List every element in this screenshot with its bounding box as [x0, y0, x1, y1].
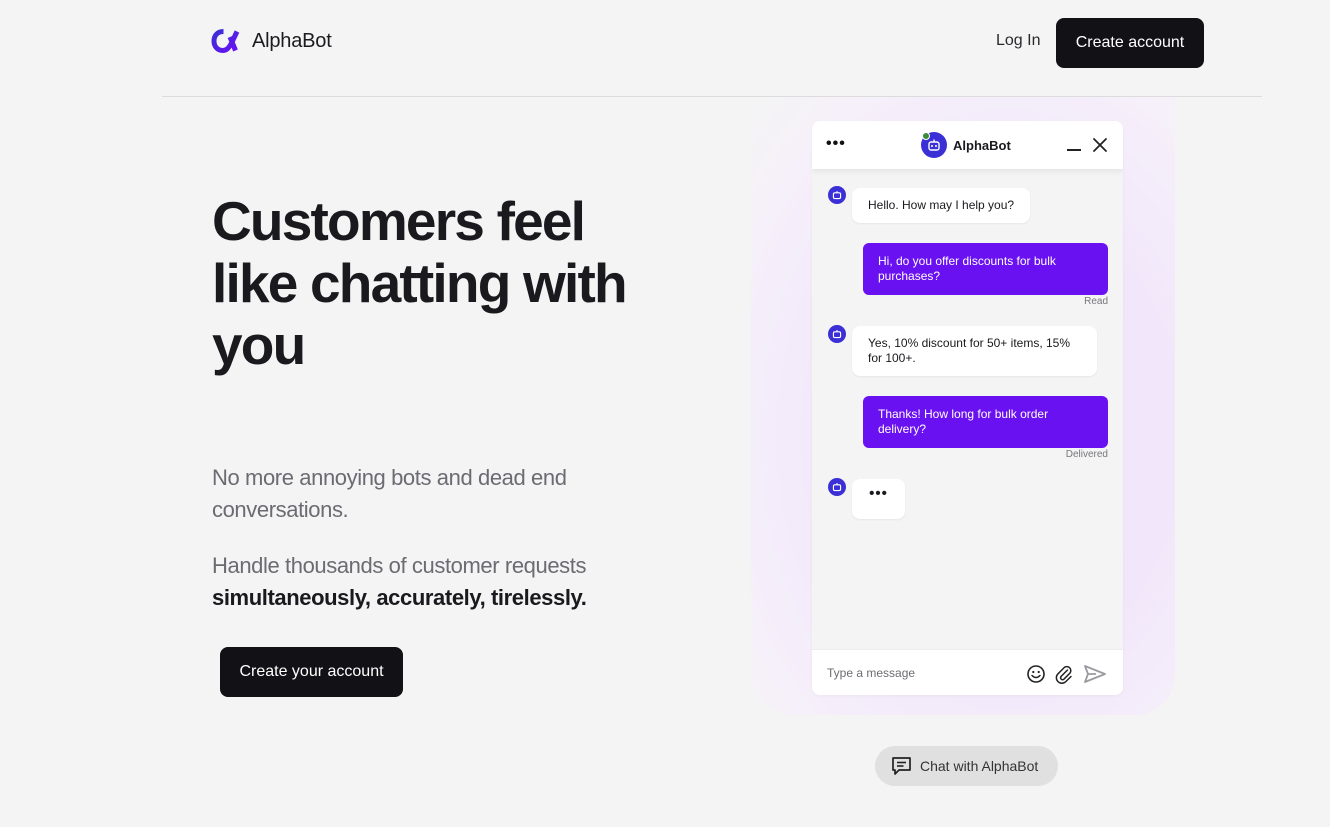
- typing-indicator: •••: [852, 479, 905, 519]
- smiley-icon[interactable]: [1026, 664, 1046, 684]
- brand-name: AlphaBot: [252, 29, 332, 52]
- minimize-icon[interactable]: [1066, 136, 1082, 152]
- online-status-dot: [922, 132, 930, 140]
- bot-message: Hello. How may I help you?: [852, 188, 1031, 223]
- user-message: Thanks! How long for bulk order delivery…: [863, 396, 1108, 448]
- robot-icon: [832, 191, 842, 200]
- message-input[interactable]: [827, 664, 1017, 682]
- create-your-account-button[interactable]: Create your account: [220, 647, 403, 697]
- hero-description-bold: simultaneously, accurately, tirelessly.: [212, 585, 587, 610]
- message-status: Read: [1084, 296, 1108, 307]
- brand-logo[interactable]: AlphaBot: [211, 28, 332, 54]
- chat-bubble-icon: [892, 757, 911, 775]
- login-link[interactable]: Log In: [996, 32, 1040, 50]
- hero-description-plain: Handle thousands of customer requests: [212, 553, 587, 578]
- bot-message: Yes, 10% discount for 50+ items, 15% for…: [852, 326, 1097, 376]
- bot-avatar-small: [828, 478, 846, 496]
- message-status: Delivered: [1065, 449, 1108, 460]
- create-account-button[interactable]: Create account: [1056, 18, 1204, 68]
- close-icon[interactable]: [1092, 137, 1108, 153]
- bot-avatar-small: [828, 325, 846, 343]
- chat-header: ••• AlphaBot: [812, 121, 1123, 169]
- hero-headline: Customers feel like chatting with you: [212, 190, 628, 376]
- robot-icon: [928, 139, 940, 151]
- robot-icon: [832, 330, 842, 339]
- alpha-logo-icon: [211, 29, 240, 54]
- site-header: AlphaBot Log In Create account: [0, 0, 1330, 96]
- user-message: Hi, do you offer discounts for bulk purc…: [863, 243, 1108, 295]
- chat-title: AlphaBot: [953, 138, 1011, 153]
- message-composer: [812, 649, 1123, 695]
- chat-launcher-button[interactable]: Chat with AlphaBot: [875, 746, 1058, 786]
- robot-icon: [832, 483, 842, 492]
- hero-description: Handle thousands of customer requests si…: [212, 550, 652, 614]
- bot-avatar-small: [828, 186, 846, 204]
- chat-window: ••• AlphaBot Hello. How may I help you? …: [812, 121, 1123, 695]
- more-horizontal-icon[interactable]: •••: [826, 135, 846, 153]
- chat-launcher-label: Chat with AlphaBot: [920, 758, 1039, 774]
- paperclip-icon[interactable]: [1054, 664, 1074, 684]
- send-icon[interactable]: [1083, 664, 1107, 684]
- hero-subtitle: No more annoying bots and dead end conve…: [212, 465, 567, 522]
